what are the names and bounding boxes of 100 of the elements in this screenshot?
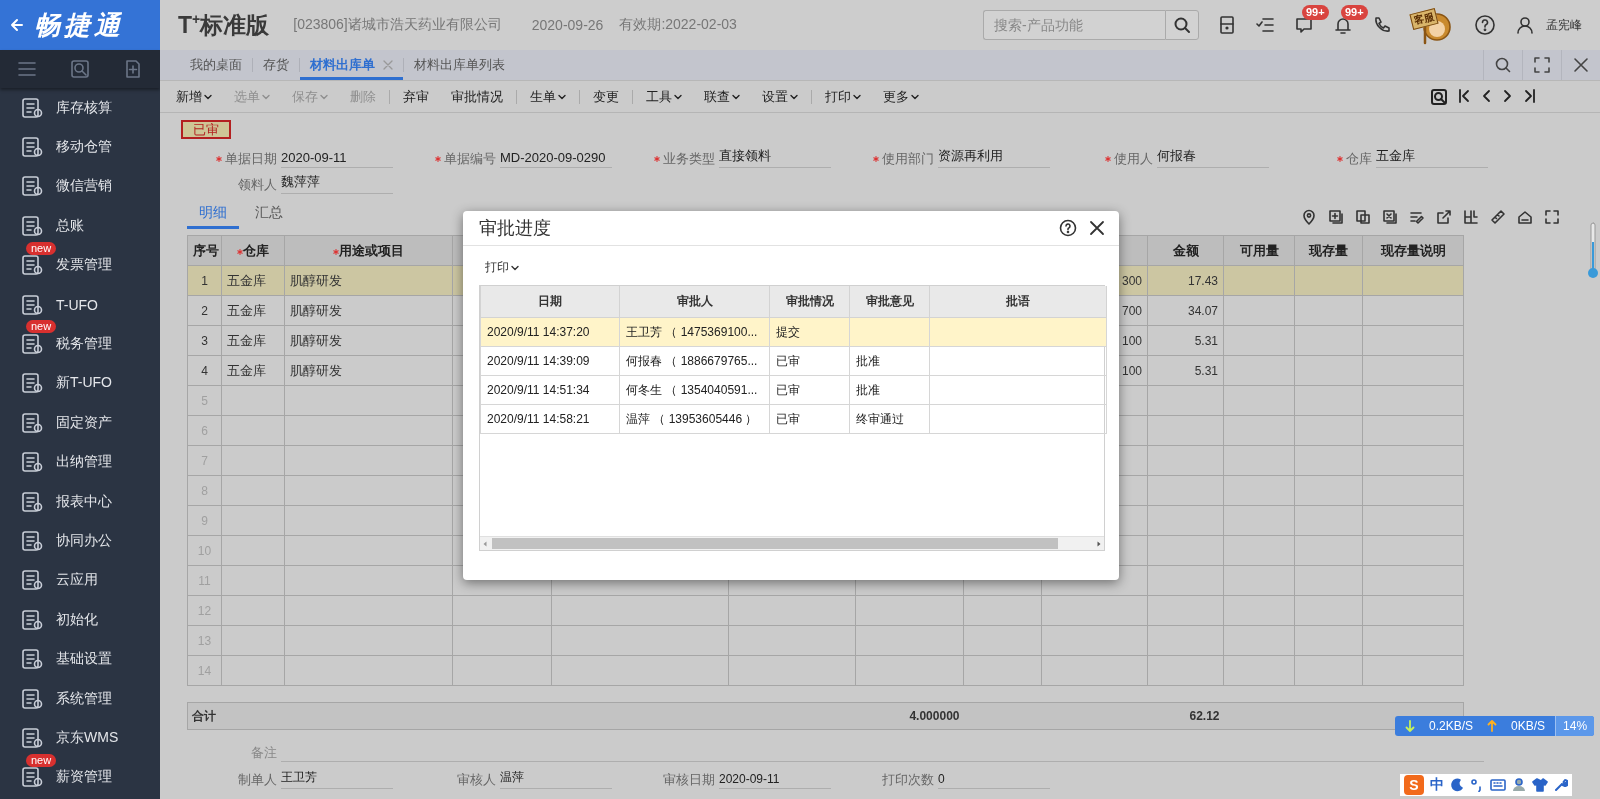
tab[interactable]: 存货 — [253, 50, 299, 80]
toolbar-button[interactable]: 打印 — [825, 87, 861, 106]
toolbar-button[interactable]: 设置 — [762, 87, 798, 106]
export-icon[interactable] — [1436, 208, 1452, 225]
search-icon[interactable] — [70, 59, 90, 79]
input-field[interactable]: 直接领料 — [719, 147, 831, 168]
delete-row-icon[interactable] — [1382, 208, 1398, 225]
column-header[interactable]: 仓库 — [221, 235, 285, 266]
toolbar-button[interactable]: 更多 — [883, 87, 919, 106]
toolbar-button[interactable]: 审批情况 — [451, 87, 503, 106]
user-name[interactable]: 孟宪峰 — [1546, 16, 1582, 34]
toolbar-button[interactable]: 生单 — [530, 87, 566, 106]
sidebar-item[interactable]: 库存核算 — [0, 88, 160, 128]
scroll-indicator[interactable] — [1587, 222, 1599, 280]
previous-record-icon[interactable] — [1480, 87, 1492, 104]
input-field[interactable]: MD-2020-09-0290 — [500, 150, 612, 168]
input-field[interactable]: 0 — [938, 772, 1050, 789]
tab[interactable]: 我的桌面 — [180, 50, 252, 80]
input-mode[interactable]: 中 — [1430, 776, 1444, 794]
print-button[interactable]: 打印 — [485, 259, 519, 276]
sidebar-item[interactable]: 出纳管理 — [0, 442, 160, 482]
status-stamp: 已审 — [181, 120, 231, 139]
tab[interactable]: 汇总 — [243, 204, 295, 229]
punctuation-icon[interactable] — [1470, 778, 1484, 792]
message-icon[interactable] — [1294, 15, 1314, 35]
sidebar-item[interactable]: 协同办公 — [0, 521, 160, 561]
sidebar-item[interactable]: 系统管理 — [0, 678, 160, 719]
search-icon[interactable] — [1494, 56, 1512, 74]
sidebar-item[interactable]: 报表中心 — [0, 481, 160, 522]
sidebar-item[interactable]: 移动仓管 — [0, 127, 160, 167]
column-header[interactable]: 日期 — [480, 286, 620, 318]
wrench-icon[interactable] — [1554, 778, 1568, 792]
table-row[interactable]: 2020/9/11 14:37:20 王卫芳 （ 1475369100... 提交 — [480, 317, 1107, 347]
moon-icon[interactable] — [1450, 778, 1464, 792]
column-header[interactable]: 审批意见 — [849, 286, 930, 318]
toolbar-button[interactable]: 新增 — [176, 87, 212, 106]
house-icon[interactable] — [1517, 208, 1533, 225]
required-icon — [333, 248, 339, 255]
document-search-icon[interactable] — [1430, 87, 1448, 106]
close-icon[interactable] — [1572, 56, 1590, 74]
column-header[interactable]: 审批情况 — [769, 286, 850, 318]
sidebar-item[interactable]: 新T-UFO — [0, 363, 160, 404]
search-button[interactable] — [1165, 10, 1199, 40]
table-row[interactable]: 2020/9/11 14:51:34 何冬生 （ 1354040591... 已审 批准 — [480, 375, 1107, 405]
split-icon[interactable] — [1463, 208, 1479, 225]
toolbar-button[interactable]: 联查 — [704, 87, 740, 106]
column-header[interactable]: 金额 — [1147, 235, 1224, 266]
column-header[interactable]: 现存量 — [1294, 235, 1363, 266]
table-cell: 何冬生 （ 1354040591... — [619, 375, 770, 405]
column-header[interactable]: 序号 — [187, 235, 222, 266]
toolbar-button[interactable]: 变更 — [593, 87, 619, 106]
input-field[interactable]: 魏萍萍 — [281, 173, 393, 194]
back-arrow-icon[interactable] — [8, 17, 24, 33]
input-field[interactable]: 五金库 — [1376, 147, 1488, 168]
input-field[interactable]: 2020-09-11 — [281, 150, 393, 168]
input-field[interactable]: 温萍 — [500, 769, 612, 789]
table-row[interactable]: 2020/9/11 14:58:21 温萍 （ 13953605446 ） 已审 终审通过 — [480, 404, 1107, 434]
bell-icon[interactable] — [1333, 15, 1353, 35]
user-icon[interactable] — [1515, 15, 1535, 35]
horizontal-scrollbar[interactable] — [480, 536, 1104, 550]
input-field[interactable]: 2020-09-11 — [719, 772, 831, 789]
sidebar-label: 基础设置 — [56, 650, 112, 669]
sidebar-label: 固定资产 — [56, 413, 112, 432]
person-icon[interactable] — [1512, 778, 1526, 792]
keyboard-icon[interactable] — [1490, 778, 1506, 792]
input-field[interactable]: 王卫芳 — [281, 769, 393, 789]
sidebar-item[interactable]: 云应用 — [0, 560, 160, 601]
input-field[interactable]: 资源再利用 — [938, 147, 1050, 168]
close-icon[interactable] — [1089, 220, 1105, 236]
checklist-icon[interactable] — [1255, 15, 1275, 35]
column-header[interactable]: 批语 — [929, 286, 1107, 318]
column-header[interactable]: 可用量 — [1223, 235, 1295, 266]
sidebar-item[interactable]: 初始化 — [0, 600, 160, 640]
ruler-icon[interactable] — [1490, 208, 1506, 225]
last-record-icon[interactable] — [1524, 87, 1536, 104]
tab[interactable]: 材料出库单列表 — [404, 50, 515, 80]
search-field[interactable]: 搜索-产品功能 — [983, 10, 1165, 40]
copy-icon[interactable] — [1355, 208, 1371, 225]
add-row-icon[interactable] — [1328, 208, 1344, 225]
sidebar-item[interactable]: 微信营销 — [0, 166, 160, 207]
sidebar-item[interactable]: 固定资产 — [0, 403, 160, 443]
location-pin-icon[interactable] — [1301, 208, 1317, 225]
first-record-icon[interactable] — [1458, 87, 1470, 104]
column-header[interactable]: 用途或项目 — [284, 235, 453, 266]
shirt-icon[interactable] — [1532, 778, 1548, 792]
toolbar-button[interactable]: 工具 — [646, 87, 682, 106]
new-badge: new — [26, 753, 57, 767]
sidebar-item[interactable]: 基础设置 — [0, 639, 160, 679]
fullscreen-icon[interactable] — [1533, 56, 1551, 74]
fullscreen-icon[interactable] — [1544, 208, 1560, 225]
column-header[interactable]: 现存量说明 — [1362, 235, 1464, 266]
column-header[interactable]: 审批人 — [619, 286, 770, 318]
toolbar-button[interactable]: 弃审 — [403, 87, 429, 106]
table-row[interactable]: 2020/9/11 14:39:09 何报春 （ 1886679765... 已审 批准 — [480, 346, 1107, 376]
input-field[interactable]: 何报春 — [1157, 147, 1269, 168]
help-icon[interactable] — [1059, 219, 1077, 237]
calculator-icon[interactable] — [1218, 15, 1236, 35]
help-icon[interactable] — [1474, 14, 1496, 36]
phone-icon[interactable] — [1372, 15, 1392, 35]
next-record-icon[interactable] — [1502, 87, 1514, 104]
